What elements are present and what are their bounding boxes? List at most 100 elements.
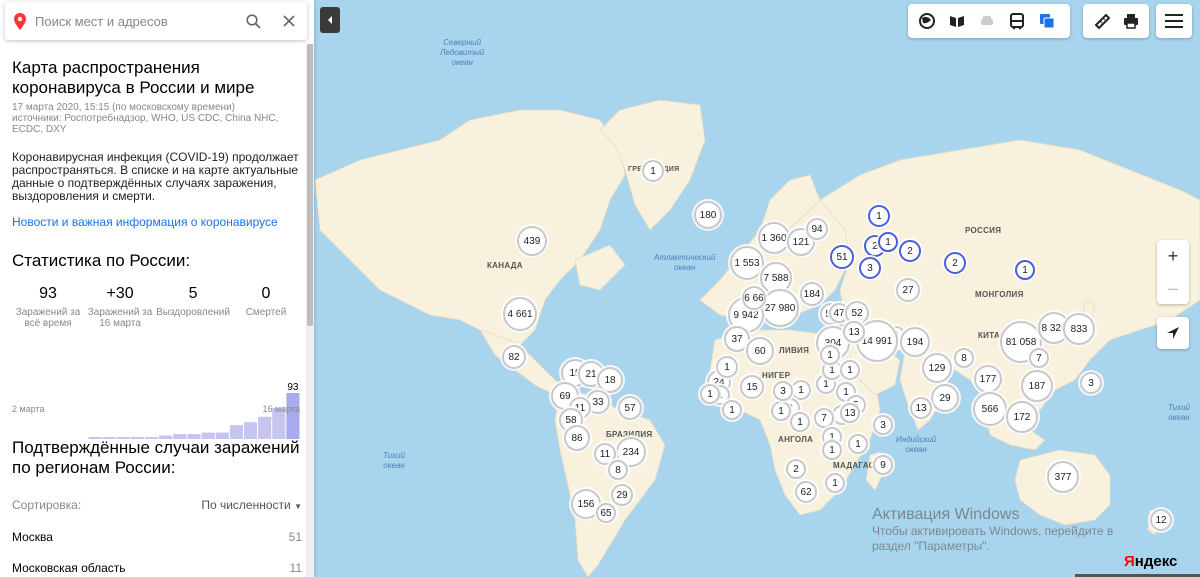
cluster-marker[interactable]: 13: [840, 403, 860, 423]
article-sources: источники: Роспотребнадзор, WHO, US CDC,…: [12, 113, 279, 135]
region-row[interactable]: Москва 51: [12, 530, 302, 544]
cluster-marker[interactable]: 184: [800, 282, 824, 306]
cluster-marker[interactable]: 3: [859, 257, 881, 279]
cluster-marker[interactable]: 1: [790, 412, 810, 432]
cluster-marker[interactable]: 2: [786, 459, 806, 479]
cluster-marker[interactable]: 29: [931, 384, 959, 412]
transport-button[interactable]: [1002, 6, 1032, 36]
cluster-marker[interactable]: 1: [822, 440, 842, 460]
ocean-label-pacific-east: Тихий океан: [383, 451, 405, 470]
search-input[interactable]: [35, 13, 235, 29]
cluster-marker[interactable]: 7: [1029, 348, 1049, 368]
cluster-marker[interactable]: 439: [517, 226, 547, 256]
cluster-marker[interactable]: 9: [873, 455, 893, 475]
globe-icon: [919, 13, 935, 29]
cluster-marker[interactable]: 86: [564, 425, 590, 451]
cluster-marker[interactable]: 29: [611, 484, 633, 506]
cluster-marker[interactable]: 1: [642, 160, 664, 182]
cluster-marker[interactable]: 1: [716, 356, 738, 378]
cluster-marker[interactable]: 180: [694, 201, 722, 229]
cluster-marker[interactable]: 2: [944, 252, 966, 274]
cluster-marker[interactable]: 1: [825, 473, 845, 493]
news-link[interactable]: Новости и важная информация о коронавиру…: [12, 215, 302, 229]
cluster-marker[interactable]: 65: [596, 503, 616, 523]
chart-bar[interactable]: [229, 425, 243, 439]
cluster-marker[interactable]: 12: [1150, 509, 1172, 531]
cluster-marker[interactable]: 2: [899, 240, 921, 262]
map-pin-icon: [5, 12, 35, 30]
sidebar-scrollbar[interactable]: [306, 44, 314, 577]
cluster-marker[interactable]: 129: [922, 353, 952, 383]
cluster-marker[interactable]: 1: [722, 400, 742, 420]
cluster-marker[interactable]: 1: [1015, 260, 1035, 280]
country-label-russia: РОССИЯ: [965, 226, 1002, 235]
cluster-marker[interactable]: 1: [840, 360, 860, 380]
cluster-marker[interactable]: 1: [878, 232, 898, 252]
cluster-marker[interactable]: 3: [873, 415, 893, 435]
cluster-marker[interactable]: 566: [973, 392, 1007, 426]
cluster-marker[interactable]: 4 661: [503, 297, 537, 331]
cluster-marker[interactable]: 6 66: [742, 286, 766, 310]
stat-value: 93: [39, 285, 57, 302]
menu-button[interactable]: [1159, 6, 1189, 36]
cluster-marker[interactable]: 7: [814, 408, 834, 428]
cluster-marker[interactable]: 1: [868, 205, 890, 227]
cluster-marker[interactable]: 15: [740, 375, 764, 399]
cluster-marker[interactable]: 172: [1006, 401, 1038, 433]
ocean-label-arctic: Северный Ледовитый океан: [440, 38, 485, 67]
cluster-marker[interactable]: 377: [1047, 461, 1079, 493]
cluster-marker[interactable]: 1 553: [730, 246, 764, 280]
yandex-logo[interactable]: Яндекс: [1124, 553, 1177, 570]
cluster-marker[interactable]: 1: [848, 434, 868, 454]
zoom-out-button[interactable]: –: [1157, 272, 1189, 304]
geolocation-button[interactable]: [1157, 317, 1189, 349]
chart-bar[interactable]: [243, 422, 258, 439]
cluster-marker[interactable]: 27 980: [761, 289, 799, 327]
cluster-marker[interactable]: 57: [618, 396, 642, 420]
cluster-marker[interactable]: 18: [597, 367, 623, 393]
bus-icon: [1010, 13, 1024, 30]
region-row[interactable]: Московская область 11: [12, 561, 302, 575]
search-button[interactable]: [235, 3, 271, 39]
sidebar: Карта распространения коронавируса в Рос…: [0, 0, 314, 577]
layers-icon: [1040, 14, 1055, 29]
print-button[interactable]: [1116, 6, 1145, 36]
sort-value: По численности: [201, 498, 291, 512]
ruler-button[interactable]: [1087, 6, 1116, 36]
sort-select[interactable]: По численности ▼: [201, 498, 302, 512]
cluster-marker[interactable]: 8: [954, 348, 974, 368]
clear-search-button[interactable]: [271, 3, 307, 39]
cluster-marker[interactable]: 1 360: [758, 222, 790, 254]
cluster-marker[interactable]: 82: [502, 345, 526, 369]
hamburger-icon: [1165, 14, 1183, 28]
traffic-button[interactable]: [972, 6, 1002, 36]
cluster-marker[interactable]: 177: [974, 365, 1002, 393]
cluster-marker[interactable]: 1: [700, 384, 720, 404]
cluster-marker[interactable]: 62: [795, 481, 817, 503]
cluster-marker[interactable]: 833: [1063, 313, 1095, 345]
scrollbar-thumb[interactable]: [307, 44, 313, 326]
cluster-marker[interactable]: 3: [773, 381, 793, 401]
cluster-marker[interactable]: 60: [746, 337, 774, 365]
map-layer-button[interactable]: [912, 6, 942, 36]
article-content: Карта распространения коронавируса в Рос…: [12, 58, 302, 575]
cluster-marker[interactable]: 1: [771, 401, 791, 421]
chart-bar[interactable]: [258, 416, 272, 439]
zoom-in-button[interactable]: +: [1157, 240, 1189, 272]
cluster-marker[interactable]: 1: [820, 345, 840, 365]
country-label-libya: ЛИВИЯ: [779, 346, 810, 355]
chart-bar[interactable]: [286, 393, 300, 439]
collapse-sidebar-button[interactable]: [320, 7, 340, 33]
layers-button[interactable]: [1032, 6, 1062, 36]
cluster-marker[interactable]: 187: [1021, 370, 1053, 402]
panorama-button[interactable]: [942, 6, 972, 36]
cluster-marker[interactable]: 3: [1080, 372, 1102, 394]
cluster-marker[interactable]: 94: [806, 218, 828, 240]
cluster-marker[interactable]: 13: [910, 397, 932, 419]
cluster-marker[interactable]: 8: [608, 460, 628, 480]
cluster-marker[interactable]: 1: [791, 380, 811, 400]
cluster-marker[interactable]: 194: [900, 327, 930, 357]
cluster-marker[interactable]: 27: [896, 278, 920, 302]
cluster-marker[interactable]: 51: [830, 245, 854, 269]
cluster-marker[interactable]: 13: [843, 321, 865, 343]
